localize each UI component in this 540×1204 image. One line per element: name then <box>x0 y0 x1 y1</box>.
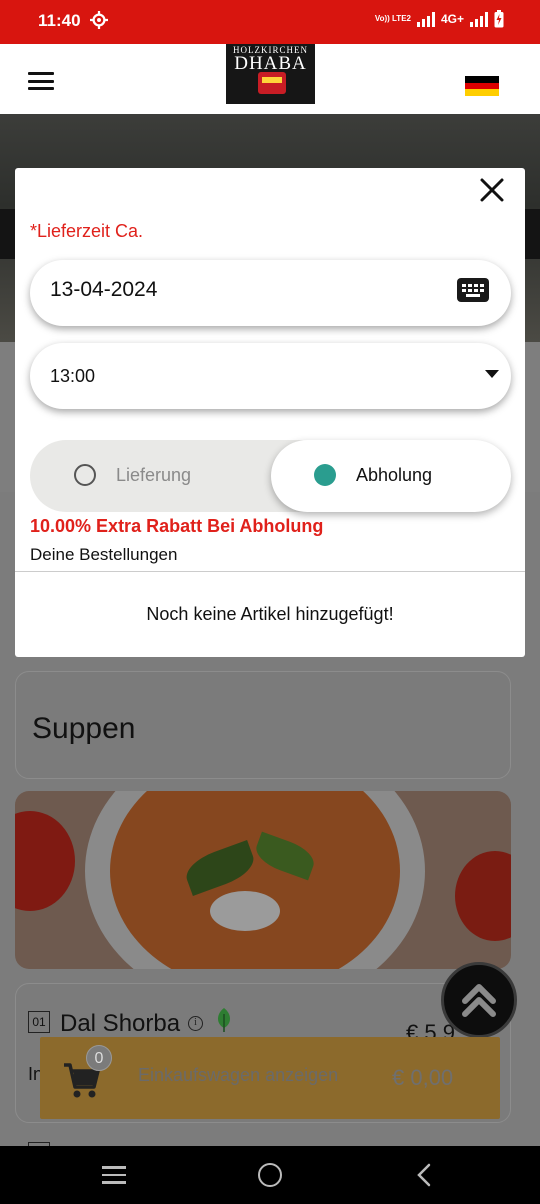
close-icon[interactable] <box>477 175 507 205</box>
time-select[interactable]: 13:00 <box>30 343 511 409</box>
keyboard-icon[interactable] <box>457 278 489 302</box>
empty-cart-message: Noch keine Artikel hinzugefügt! <box>146 604 394 624</box>
network-type: 4G+ <box>440 12 464 26</box>
pickup-discount-text: 10.00% Extra Rabatt Bei Abholung <box>30 516 324 536</box>
dish-number: 01 <box>28 1011 50 1033</box>
double-chevron-up-icon <box>462 984 496 1017</box>
category-card[interactable]: Suppen <box>15 671 511 779</box>
option-delivery-label: Lieferung <box>116 464 192 485</box>
battery-charging-icon <box>494 10 504 28</box>
date-value: 13-04-2024 <box>50 278 158 301</box>
hamburger-menu-icon[interactable] <box>28 72 54 90</box>
volte-indicator: Vo)) LTE2 <box>374 14 411 23</box>
cart-label: Einkaufswagen anzeigen <box>138 1065 339 1085</box>
system-navigation-bar <box>0 1146 540 1204</box>
back-icon[interactable] <box>414 1162 434 1188</box>
cart-total: € 0,00 <box>392 1065 454 1090</box>
order-time-dialog: *Lieferzeit Ca. 13-04-2024 13:00 Lieferu… <box>15 168 525 657</box>
category-title: Suppen <box>32 712 136 745</box>
option-delivery[interactable]: Lieferung <box>74 464 191 486</box>
settings-gear-icon <box>90 11 108 29</box>
german-flag-icon[interactable] <box>465 76 499 96</box>
logo-title: DHABA <box>234 53 307 74</box>
signal-icon <box>416 11 435 27</box>
status-time: 11:40 <box>38 11 81 30</box>
status-bar: 11:40 Vo)) LTE2 4G+ <box>0 0 540 44</box>
category-image <box>15 791 511 969</box>
orders-title: Deine Bestellungen <box>30 545 178 564</box>
scroll-to-top-button[interactable] <box>441 962 517 1038</box>
signal-icon-2 <box>470 11 488 27</box>
dish-name: Dal Shorba <box>60 1010 181 1037</box>
recents-icon[interactable] <box>102 1166 126 1184</box>
vegetarian-leaf-icon <box>218 1008 230 1032</box>
divider <box>15 571 525 572</box>
delivery-mode-toggle: Lieferung Abholung <box>30 440 511 512</box>
info-icon[interactable]: i <box>188 1016 203 1031</box>
radio-unselected-icon <box>74 464 96 486</box>
option-pickup-label: Abholung <box>356 464 433 485</box>
cart-count-badge: 0 <box>86 1045 112 1071</box>
time-value: 13:00 <box>50 366 96 386</box>
delivery-time-label: *Lieferzeit Ca. <box>30 221 144 241</box>
date-picker-field[interactable]: 13-04-2024 <box>30 260 511 326</box>
home-icon[interactable] <box>258 1163 282 1187</box>
view-cart-bar[interactable]: 0 Einkaufswagen anzeigen € 0,00 <box>40 1037 500 1119</box>
restaurant-logo[interactable]: HOLZKIRCHEN DHABA <box>226 44 315 104</box>
radio-selected-icon <box>314 464 336 486</box>
dropdown-caret-icon <box>485 370 499 378</box>
app-header: HOLZKIRCHEN DHABA <box>0 44 540 114</box>
option-pickup[interactable]: Abholung <box>271 440 511 512</box>
logo-bus-icon <box>258 72 286 94</box>
